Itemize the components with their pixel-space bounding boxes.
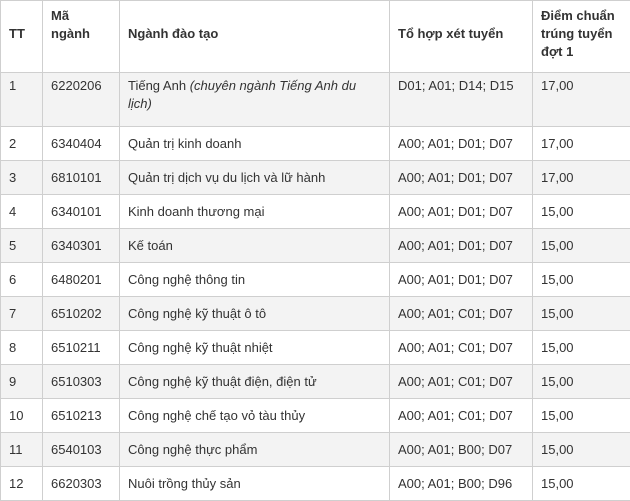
- program-name: Công nghệ kỹ thuật ô tô: [128, 306, 266, 321]
- cell-name: Công nghệ thực phẩm: [120, 433, 390, 467]
- program-name: Quản trị dịch vụ du lịch và lữ hành: [128, 170, 325, 185]
- cell-tt: 11: [1, 433, 43, 467]
- program-name: Kế toán: [128, 238, 173, 253]
- table-row: 116540103 Công nghệ thực phẩm A00; A01; B0…: [1, 433, 630, 467]
- cell-name: Quản trị dịch vụ du lịch và lữ hành: [120, 161, 390, 195]
- cell-name: Kế toán: [120, 229, 390, 263]
- cell-tt: 9: [1, 365, 43, 399]
- table-row: 66480201 Công nghệ thông tin A00; A01; D01…: [1, 263, 630, 297]
- cell-code: 6220206: [43, 73, 120, 127]
- cell-combo: A00; A01; C01; D07: [390, 331, 533, 365]
- cell-combo: A00; A01; D01; D07: [390, 127, 533, 161]
- cell-combo: A00; A01; C01; D07: [390, 297, 533, 331]
- header-code: Mã ngành: [43, 1, 120, 73]
- cell-tt: 12: [1, 467, 43, 501]
- admission-score-table: TT Mã ngành Ngành đào tạo Tổ hợp xét tuy…: [0, 0, 630, 501]
- cell-combo: A00; A01; D01; D07: [390, 195, 533, 229]
- cell-name: Công nghệ kỹ thuật điện, điện tử: [120, 365, 390, 399]
- table-row: 76510202 Công nghệ kỹ thuật ô tô A00; A01;…: [1, 297, 630, 331]
- cell-score: 15,00: [533, 399, 630, 433]
- cell-code: 6620303: [43, 467, 120, 501]
- header-name: Ngành đào tạo: [120, 1, 390, 73]
- cell-combo: A00; A01; B00; D07: [390, 433, 533, 467]
- cell-score: 15,00: [533, 331, 630, 365]
- cell-code: 6810101: [43, 161, 120, 195]
- table-row: 106510213 Công nghệ chế tạo vỏ tàu thủy A0…: [1, 399, 630, 433]
- cell-code: 6510303: [43, 365, 120, 399]
- cell-score: 15,00: [533, 433, 630, 467]
- cell-score: 17,00: [533, 161, 630, 195]
- cell-code: 6340404: [43, 127, 120, 161]
- header-tt: TT: [1, 1, 43, 73]
- table-row: 126620303 Nuôi trồng thủy sản A00; A01; B0…: [1, 467, 630, 501]
- cell-combo: A00; A01; C01; D07: [390, 399, 533, 433]
- cell-name: Công nghệ kỹ thuật ô tô: [120, 297, 390, 331]
- program-name: Nuôi trồng thủy sản: [128, 476, 241, 491]
- program-name: Công nghệ kỹ thuật điện, điện tử: [128, 374, 317, 389]
- table-row: 36810101 Quản trị dịch vụ du lịch và lữ h…: [1, 161, 630, 195]
- table-body: 16220206Tiếng Anh (chuyên ngành Tiếng An…: [1, 73, 630, 501]
- cell-score: 17,00: [533, 127, 630, 161]
- cell-tt: 7: [1, 297, 43, 331]
- table-row: 56340301 Kế toán A00; A01; D01; D0715,00: [1, 229, 630, 263]
- table-row: 16220206Tiếng Anh (chuyên ngành Tiếng An…: [1, 73, 630, 127]
- cell-tt: 2: [1, 127, 43, 161]
- program-name: Công nghệ thông tin: [128, 272, 245, 287]
- cell-tt: 5: [1, 229, 43, 263]
- cell-combo: A00; A01; D01; D07: [390, 161, 533, 195]
- cell-score: 15,00: [533, 195, 630, 229]
- program-name: Công nghệ kỹ thuật nhiệt: [128, 340, 273, 355]
- cell-tt: 8: [1, 331, 43, 365]
- program-name: Quản trị kinh doanh: [128, 136, 241, 151]
- cell-tt: 3: [1, 161, 43, 195]
- cell-name: Công nghệ thông tin: [120, 263, 390, 297]
- cell-name: Kinh doanh thương mại: [120, 195, 390, 229]
- table-header: TT Mã ngành Ngành đào tạo Tổ hợp xét tuy…: [1, 1, 630, 73]
- table-row: 46340101 Kinh doanh thương mại A00; A01; D…: [1, 195, 630, 229]
- program-name: Công nghệ chế tạo vỏ tàu thủy: [128, 408, 305, 423]
- cell-combo: D01; A01; D14; D15: [390, 73, 533, 127]
- cell-code: 6510202: [43, 297, 120, 331]
- cell-combo: A00; A01; D01; D07: [390, 229, 533, 263]
- cell-score: 15,00: [533, 263, 630, 297]
- cell-code: 6340301: [43, 229, 120, 263]
- header-combo: Tổ hợp xét tuyển: [390, 1, 533, 73]
- cell-name: Công nghệ kỹ thuật nhiệt: [120, 331, 390, 365]
- program-name: Kinh doanh thương mại: [128, 204, 264, 219]
- cell-code: 6480201: [43, 263, 120, 297]
- table-row: 86510211 Công nghệ kỹ thuật nhiệt A00; A01…: [1, 331, 630, 365]
- cell-combo: A00; A01; C01; D07: [390, 365, 533, 399]
- cell-tt: 4: [1, 195, 43, 229]
- cell-code: 6510211: [43, 331, 120, 365]
- cell-combo: A00; A01; D01; D07: [390, 263, 533, 297]
- cell-score: 15,00: [533, 365, 630, 399]
- cell-score: 17,00: [533, 73, 630, 127]
- cell-name: Quản trị kinh doanh: [120, 127, 390, 161]
- cell-score: 15,00: [533, 467, 630, 501]
- cell-tt: 1: [1, 73, 43, 127]
- cell-combo: A00; A01; B00; D96: [390, 467, 533, 501]
- cell-code: 6540103: [43, 433, 120, 467]
- table-row: 26340404 Quản trị kinh doanh A00; A01; D01…: [1, 127, 630, 161]
- cell-score: 15,00: [533, 297, 630, 331]
- cell-code: 6510213: [43, 399, 120, 433]
- cell-tt: 6: [1, 263, 43, 297]
- cell-name: Nuôi trồng thủy sản: [120, 467, 390, 501]
- table-row: 96510303 Công nghệ kỹ thuật điện, điện tử…: [1, 365, 630, 399]
- cell-tt: 10: [1, 399, 43, 433]
- cell-name: Tiếng Anh (chuyên ngành Tiếng Anh du lịc…: [120, 73, 390, 127]
- cell-code: 6340101: [43, 195, 120, 229]
- cell-name: Công nghệ chế tạo vỏ tàu thủy: [120, 399, 390, 433]
- program-name: Công nghệ thực phẩm: [128, 442, 257, 457]
- header-score: Điểm chuẩn trúng tuyển đợt 1: [533, 1, 630, 73]
- cell-score: 15,00: [533, 229, 630, 263]
- program-name: Tiếng Anh: [128, 78, 186, 93]
